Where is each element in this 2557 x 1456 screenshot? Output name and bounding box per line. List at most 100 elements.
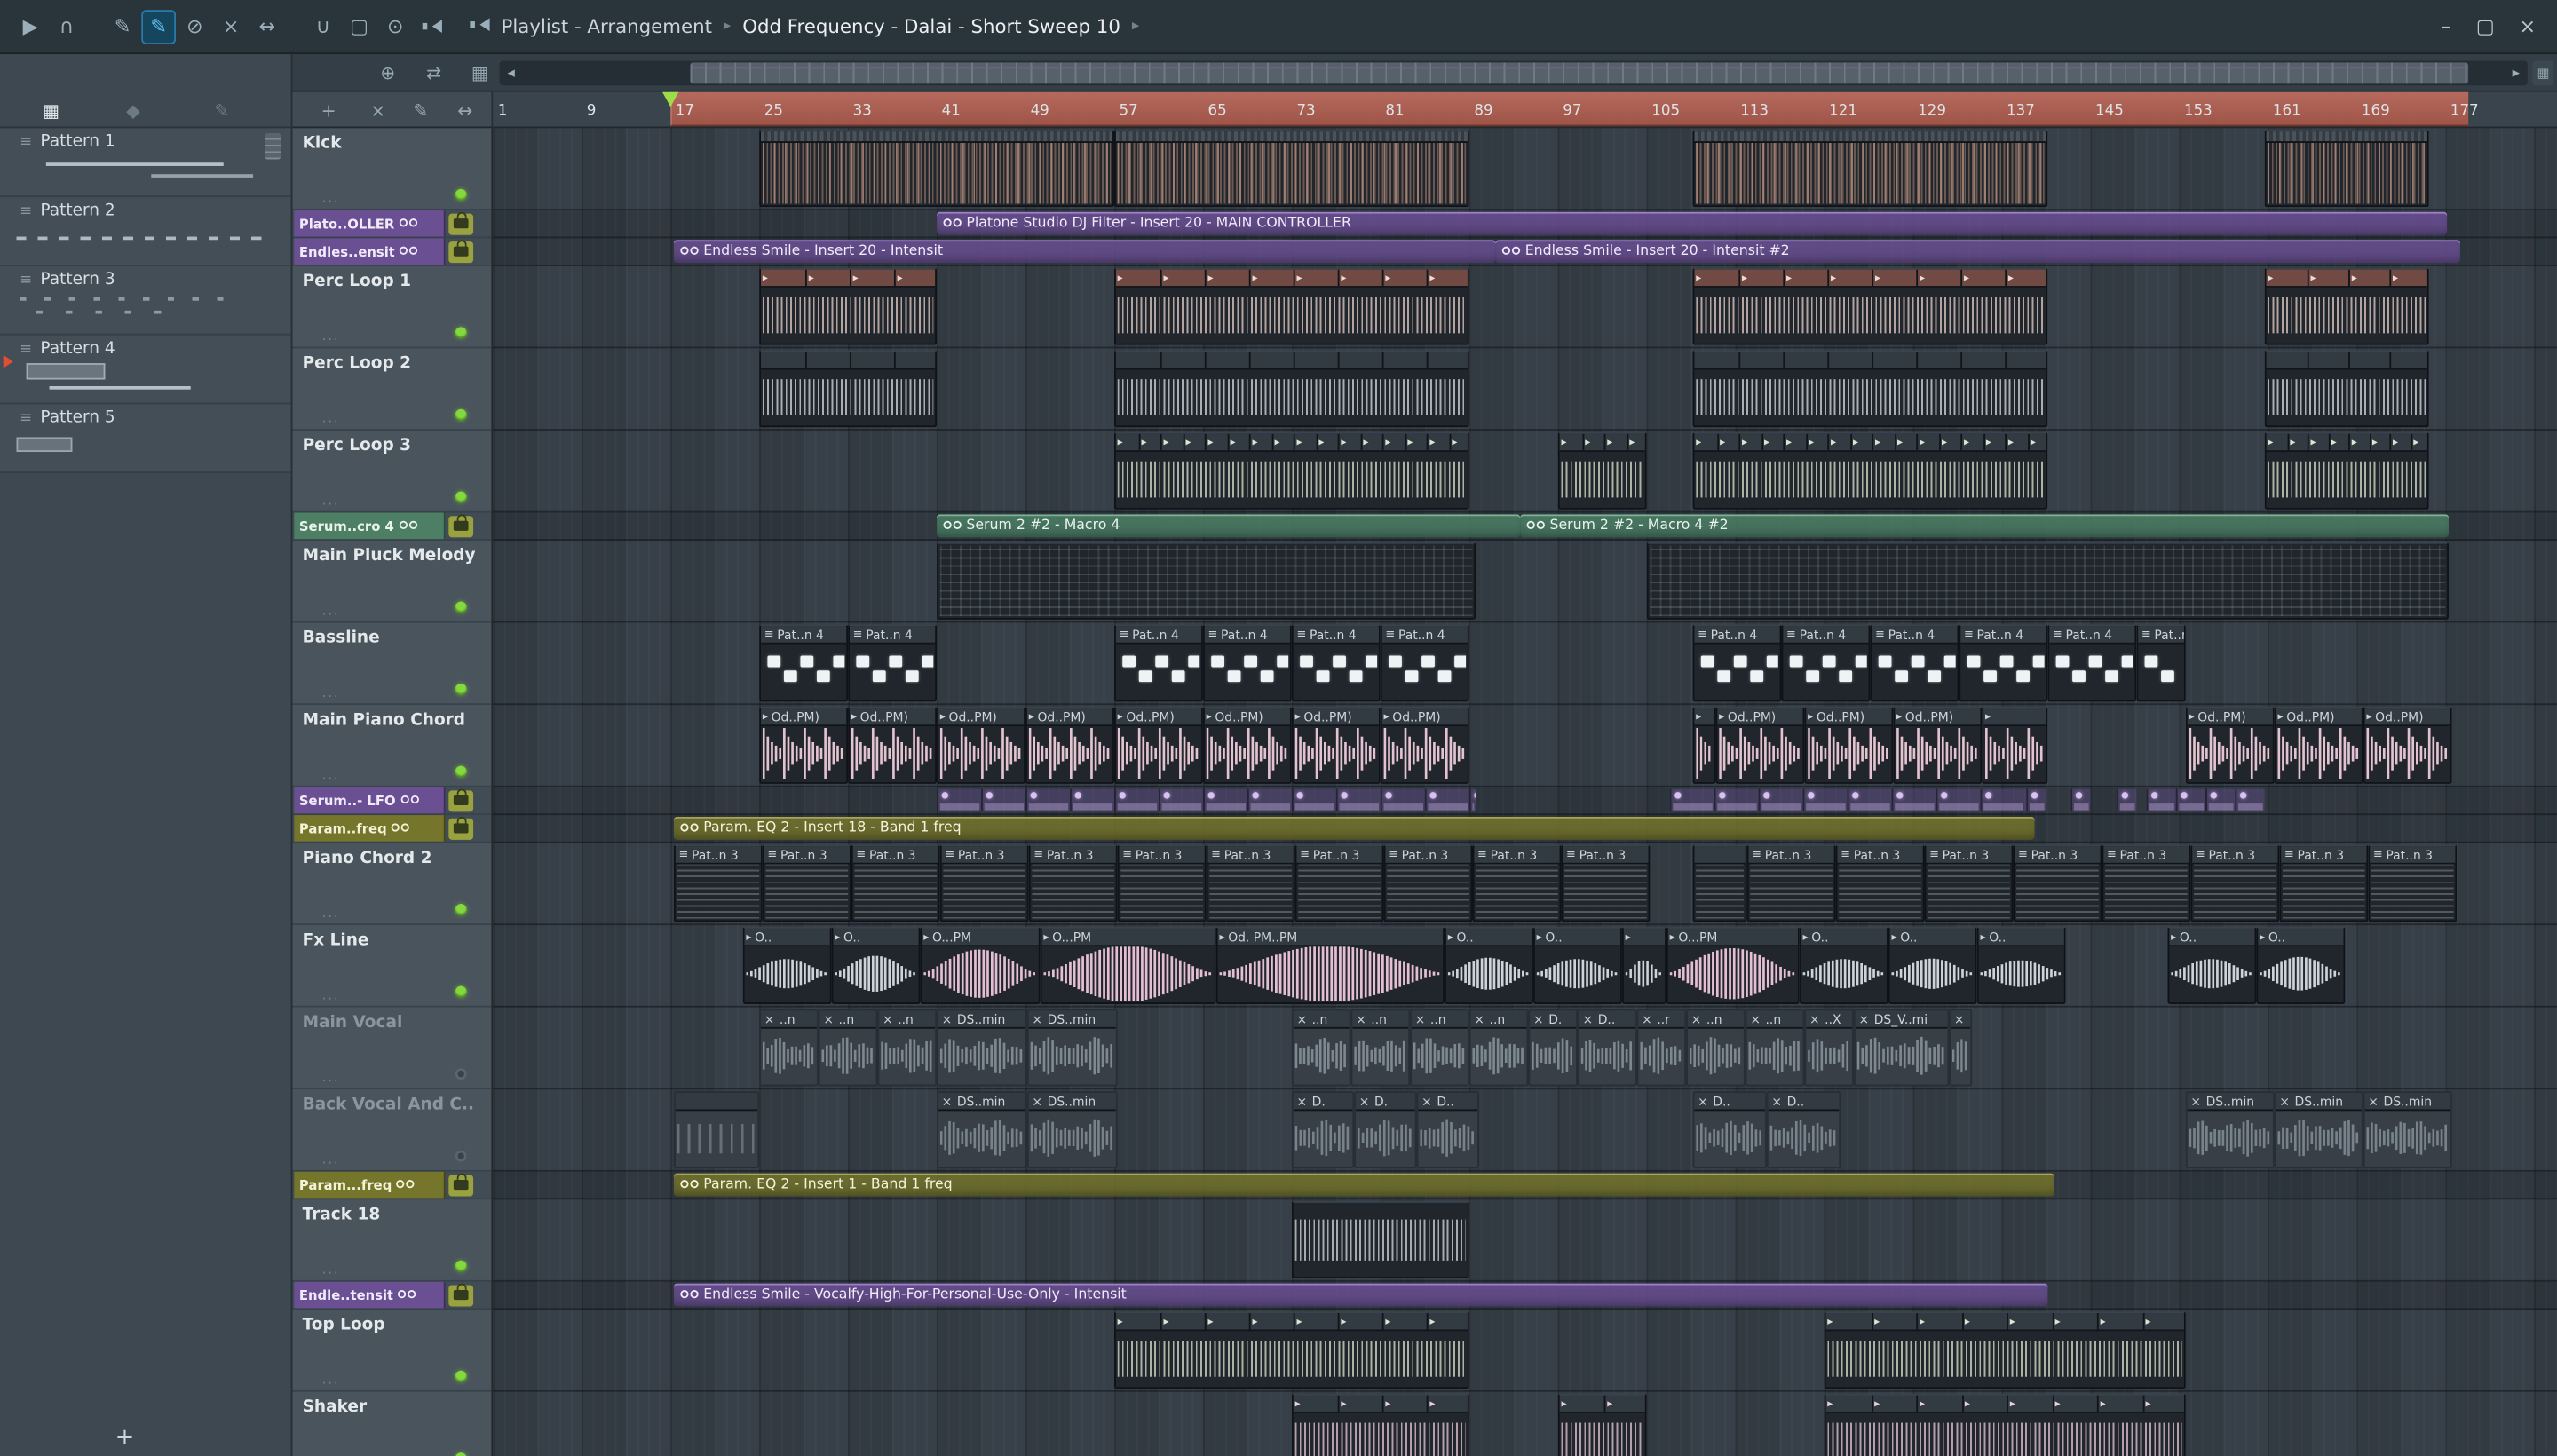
clip[interactable]: ≡ Pat..n 3: [762, 844, 851, 922]
clip[interactable]: [1692, 350, 2048, 428]
clip[interactable]: ≡ Pat..n 3: [851, 844, 940, 922]
clip[interactable]: ≡Pat..n 4: [1781, 624, 1871, 702]
lock-icon[interactable]: [448, 514, 474, 537]
add-track-icon[interactable]: +: [313, 95, 345, 124]
lock-icon[interactable]: [448, 1283, 474, 1306]
track-header[interactable]: Plato..OLLER: [292, 210, 492, 239]
clip[interactable]: [1113, 350, 1469, 428]
track-header[interactable]: Track 18...: [292, 1199, 492, 1282]
track-led[interactable]: [455, 188, 467, 201]
track-header[interactable]: Endle..tensit: [292, 1281, 492, 1310]
clip[interactable]: [1291, 1201, 1469, 1279]
clip[interactable]: ≡ Pat..n 3: [1383, 844, 1473, 922]
clip[interactable]: ≡ Pat..n 3: [1472, 844, 1562, 922]
playlist-grid[interactable]: Platone Studio DJ Filter - Insert 20 - M…: [493, 128, 2557, 1456]
clip[interactable]: ≡Pat..n 4: [1959, 624, 2048, 702]
clip[interactable]: ▸: [1692, 706, 1716, 784]
close-button[interactable]: ×: [2519, 15, 2536, 38]
automation-clip[interactable]: [2146, 788, 2265, 812]
clip[interactable]: ▸ Od..PM): [1893, 706, 1983, 784]
clip[interactable]: ▸ ▸ ▸ ▸ ▸ ▸ ▸ ▸ ▸ ▸ ▸ ▸ ▸ ▸ ▸ ▸: [1113, 431, 1469, 510]
scrollbar-options-icon[interactable]: ▦: [2532, 60, 2554, 86]
clip[interactable]: ≡ Pat..n 3: [1206, 844, 1295, 922]
headphones-icon[interactable]: ∩: [50, 9, 84, 44]
clip[interactable]: ≡ Pat..n 3: [1746, 844, 1836, 922]
clip[interactable]: ≡Pat..n 4: [848, 624, 938, 702]
clip[interactable]: ▸ Od..PM): [1113, 706, 1203, 784]
track-header[interactable]: Serum..cro 4: [292, 512, 492, 541]
track-header[interactable]: Bassline...: [292, 622, 492, 706]
clip[interactable]: [937, 542, 1476, 620]
clip[interactable]: ▸ O..: [1888, 926, 1977, 1004]
automation-clip[interactable]: Platone Studio DJ Filter - Insert 20 - M…: [937, 211, 2448, 235]
automation-clip[interactable]: [2117, 788, 2137, 812]
clip[interactable]: ▸ ▸ ▸ ▸ ▸ ▸ ▸ ▸ ▸ ▸ ▸ ▸ ▸ ▸ ▸ ▸: [1692, 431, 2048, 510]
clip[interactable]: ▸ Od..PM): [2363, 706, 2452, 784]
lock-icon[interactable]: [448, 1173, 474, 1196]
track-led[interactable]: [455, 765, 467, 778]
clip[interactable]: × D.: [1528, 1009, 1578, 1087]
cut-tool-icon[interactable]: ×: [361, 95, 394, 124]
clip[interactable]: ▸ ▸ ▸ ▸ ▸ ▸ ▸ ▸: [1824, 1311, 2186, 1389]
clip[interactable]: ▸ Od..PM): [2185, 706, 2275, 784]
clip[interactable]: × ..r: [1636, 1009, 1687, 1087]
clip[interactable]: × D..: [1692, 1091, 1767, 1169]
track-header[interactable]: Perc Loop 1...: [292, 265, 492, 349]
clip[interactable]: ≡ Pat..n 3: [2279, 844, 2369, 922]
clip[interactable]: [759, 130, 1114, 208]
clip[interactable]: × D..: [1416, 1091, 1479, 1169]
clip[interactable]: ▸: [1621, 926, 1666, 1004]
track-header[interactable]: Param...freq: [292, 1171, 492, 1200]
clip[interactable]: ▸ O..: [742, 926, 832, 1004]
track-header[interactable]: Param..freq: [292, 815, 492, 843]
move-tool-icon[interactable]: ⊕: [371, 58, 404, 87]
lock-icon[interactable]: [448, 788, 474, 811]
automation-clip[interactable]: Param. EQ 2 - Insert 1 - Band 1 freq: [673, 1173, 2054, 1197]
clip[interactable]: ▸ O...PM: [920, 926, 1041, 1004]
preview-speaker-icon[interactable]: [414, 9, 448, 44]
track-led[interactable]: [455, 1260, 467, 1272]
clip[interactable]: × DS..min: [2274, 1091, 2363, 1169]
clip[interactable]: × ..X: [1804, 1009, 1854, 1087]
automation-clip[interactable]: Param. EQ 2 - Insert 18 - Band 1 freq: [673, 816, 2035, 840]
automation-clip[interactable]: Endless Smile - Insert 20 - Intensit #2: [1495, 240, 2460, 264]
track-header[interactable]: Main Vocal...: [292, 1007, 492, 1090]
clip[interactable]: ▸ O..: [1445, 926, 1533, 1004]
stamp-tool-icon[interactable]: ▦: [463, 58, 496, 87]
clip[interactable]: [1646, 542, 2449, 620]
pattern-item[interactable]: ≡ Pattern 4: [0, 335, 291, 405]
pencil-tool-icon[interactable]: ✎: [404, 95, 437, 124]
clip[interactable]: × D..: [1766, 1091, 1841, 1169]
clip[interactable]: ≡ Pat..n 3: [2102, 844, 2191, 922]
clip[interactable]: ≡Pat..n 4: [1870, 624, 1959, 702]
clip[interactable]: ▸ ▸ ▸ ▸: [1291, 1393, 1469, 1456]
clip[interactable]: ≡Pat..n 4: [1202, 624, 1292, 702]
timeline-ruler[interactable]: 1 9 17 25 33 41 49 57 65 73 81 89 97 105 113 121 129 137 1…: [493, 91, 2557, 129]
clip[interactable]: ≡ Pat..n 3: [1561, 844, 1651, 922]
automation-clip[interactable]: Endless Smile - Vocalfy-High-For-Persona…: [673, 1283, 2048, 1307]
clip[interactable]: × ..n: [818, 1009, 878, 1087]
scrollbar-thumb[interactable]: [690, 62, 2469, 84]
clip[interactable]: × DS_V..mi: [1853, 1009, 1950, 1087]
pattern-item[interactable]: ≡ Pattern 5: [0, 404, 291, 474]
automation-clip[interactable]: Serum 2 #2 - Macro 4: [937, 514, 1521, 538]
clip[interactable]: ≡Pat..n 4: [759, 624, 849, 702]
clip[interactable]: ≡Pat..n 4: [1113, 624, 1203, 702]
delete-tool-icon[interactable]: ⊘: [178, 9, 212, 44]
clip[interactable]: ×: [1949, 1009, 1973, 1087]
clip[interactable]: [1692, 130, 2048, 208]
track-header[interactable]: Main Piano Chord...: [292, 705, 492, 787]
clip[interactable]: ≡Pat..n 4: [2136, 624, 2186, 702]
automation-clip[interactable]: [1669, 788, 2027, 812]
lock-icon[interactable]: [448, 240, 474, 263]
clip[interactable]: ▸ ▸ ▸ ▸: [759, 267, 938, 345]
clip[interactable]: × ..n: [1686, 1009, 1746, 1087]
clip[interactable]: ▸ Od..PM): [2274, 706, 2363, 784]
automation-clip[interactable]: Serum 2 #2 - Macro 4 #2: [1520, 514, 2449, 538]
clip[interactable]: ▸ O..: [2256, 926, 2346, 1004]
scroll-left-icon[interactable]: ◂: [500, 60, 523, 85]
play-icon[interactable]: ▶: [13, 9, 48, 44]
clip[interactable]: ≡ Pat..n 3: [1028, 844, 1118, 922]
track-header[interactable]: Piano Chord 2...: [292, 843, 492, 926]
clip[interactable]: ≡ Pat..n 3: [2368, 844, 2458, 922]
